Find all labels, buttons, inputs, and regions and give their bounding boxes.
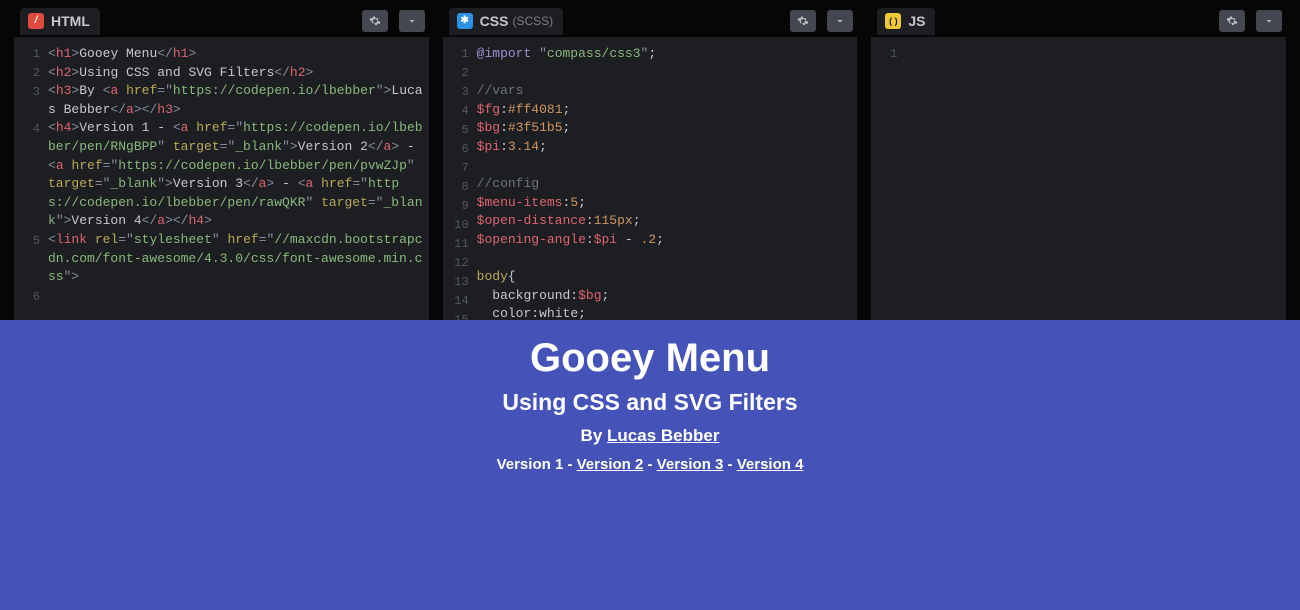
sep: -: [563, 456, 576, 473]
panel-title: CSS: [480, 13, 509, 29]
panel-header-html: / HTML: [14, 5, 429, 37]
preview-h2: Using CSS and SVG Filters: [0, 389, 1300, 416]
panel-css: ✱ CSS (SCSS) 123456789101112131415 @impo…: [443, 5, 858, 320]
gutter: 1: [871, 45, 905, 320]
by-label: By: [581, 426, 607, 445]
chevron-down-icon: [1263, 15, 1275, 27]
code-area[interactable]: [905, 45, 1286, 320]
preview-versions: Version 1 - Version 2 - Version 3 - Vers…: [0, 456, 1300, 473]
gutter: 123456789101112131415: [443, 45, 477, 320]
gear-icon: [1226, 15, 1238, 27]
preview-byline: By Lucas Bebber: [0, 426, 1300, 446]
panel-expand-button[interactable]: [1256, 10, 1282, 32]
version-link[interactable]: Version 3: [657, 456, 724, 473]
preview-pane: Gooey Menu Using CSS and SVG Filters By …: [0, 320, 1300, 610]
code-area[interactable]: <h1>Gooey Menu</h1><h2>Using CSS and SVG…: [48, 45, 429, 320]
panel-tab-html[interactable]: / HTML: [20, 8, 100, 35]
author-link[interactable]: Lucas Bebber: [607, 426, 719, 445]
panel-header-css: ✱ CSS (SCSS): [443, 5, 858, 37]
panel-subtitle: (SCSS): [512, 14, 553, 28]
gear-icon: [797, 15, 809, 27]
panel-settings-button[interactable]: [1219, 10, 1245, 32]
panel-expand-button[interactable]: [399, 10, 425, 32]
code-body-js[interactable]: 1: [871, 37, 1286, 320]
gear-icon: [369, 15, 381, 27]
html-icon: /: [28, 13, 44, 29]
panel-header-js: ( ) JS: [871, 5, 1286, 37]
css-icon: ✱: [457, 13, 473, 29]
panel-tab-css[interactable]: ✱ CSS (SCSS): [449, 8, 563, 35]
sep: -: [643, 456, 656, 473]
panel-settings-button[interactable]: [790, 10, 816, 32]
chevron-down-icon: [834, 15, 846, 27]
code-body-css[interactable]: 123456789101112131415 @import "compass/c…: [443, 37, 858, 320]
version-link[interactable]: Version 2: [577, 456, 644, 473]
code-area[interactable]: @import "compass/css3"; //vars$fg:#ff408…: [477, 45, 858, 320]
panel-title: HTML: [51, 13, 90, 29]
panel-html: / HTML 123456 <h1>Gooey Menu</h1><h2>Usi…: [14, 5, 429, 320]
panel-settings-button[interactable]: [362, 10, 388, 32]
version-current: Version 1: [497, 456, 564, 473]
preview-h1: Gooey Menu: [0, 336, 1300, 381]
code-body-html[interactable]: 123456 <h1>Gooey Menu</h1><h2>Using CSS …: [14, 37, 429, 320]
editor-row: / HTML 123456 <h1>Gooey Menu</h1><h2>Usi…: [0, 0, 1300, 320]
version-link[interactable]: Version 4: [737, 456, 804, 473]
panel-expand-button[interactable]: [827, 10, 853, 32]
panel-tab-js[interactable]: ( ) JS: [877, 8, 935, 35]
js-icon: ( ): [885, 13, 901, 29]
chevron-down-icon: [406, 15, 418, 27]
panel-title: JS: [908, 13, 925, 29]
panel-js: ( ) JS 1: [871, 5, 1286, 320]
gutter: 123456: [14, 45, 48, 320]
sep: -: [723, 456, 736, 473]
